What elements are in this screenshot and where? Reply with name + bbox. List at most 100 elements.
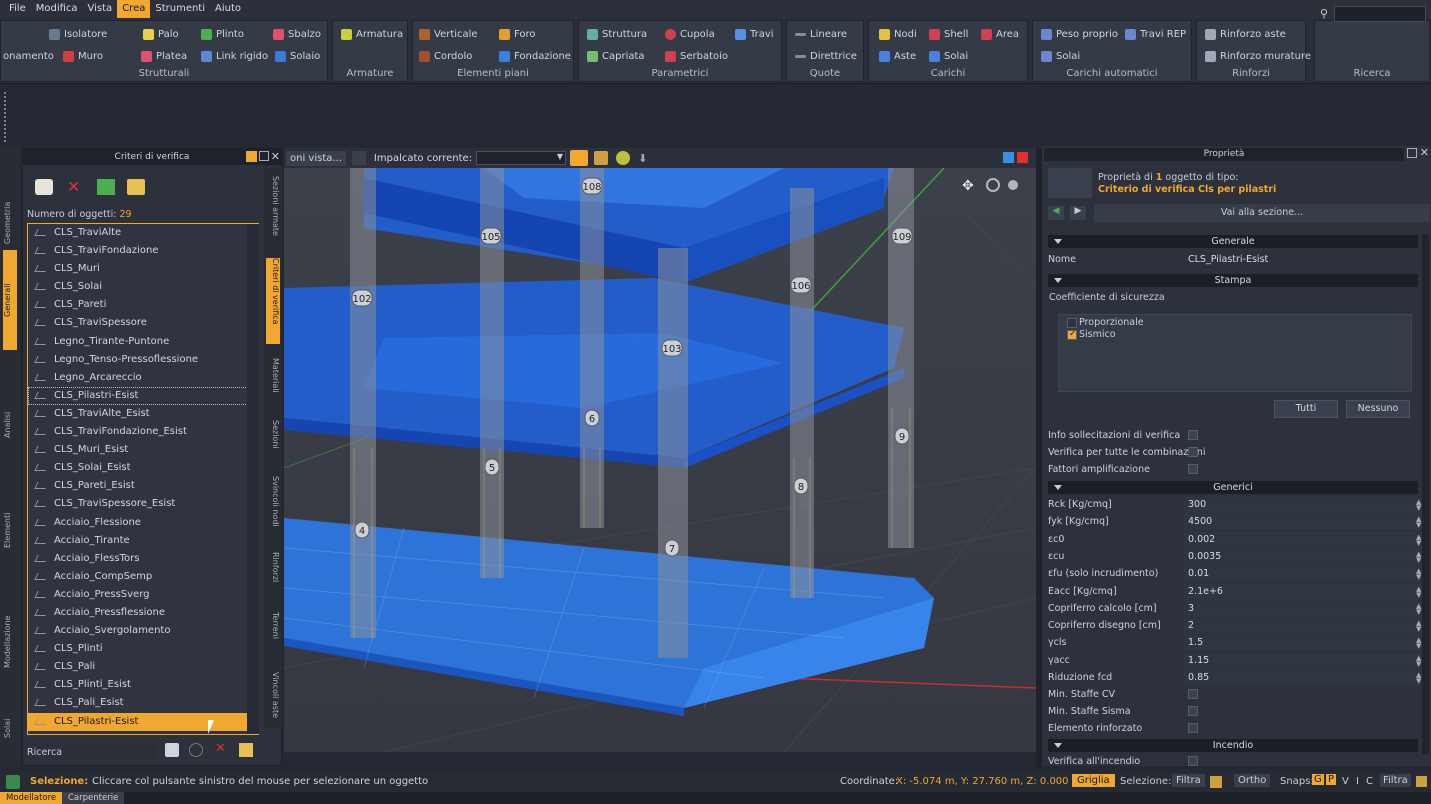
nome-field[interactable]: CLS_Pilastri-Esist <box>1188 254 1268 265</box>
tab-terreni[interactable]: Terreni <box>266 612 280 660</box>
armatura-button[interactable]: Armatura <box>341 29 403 40</box>
verticale-button[interactable]: Verticale <box>419 29 478 40</box>
carichi-aste-button[interactable]: Aste <box>879 51 916 62</box>
export-icon[interactable] <box>239 743 253 757</box>
criteria-search-input[interactable] <box>63 743 157 759</box>
list-item[interactable]: CLS_TraviSpessore_Esist <box>28 495 258 513</box>
node-label[interactable]: 108 <box>582 182 601 193</box>
list-item[interactable]: Acciaio_FlessTors <box>28 550 258 568</box>
peso-proprio-button[interactable]: Peso proprio <box>1041 29 1118 40</box>
tab-vincoli-aste[interactable]: Vincoli aste <box>266 672 280 728</box>
close-view-icon[interactable] <box>1017 152 1028 163</box>
list-item[interactable]: CLS_TraviFondazione_Esist <box>28 423 258 441</box>
list-item[interactable]: Legno_Arcareccio <box>28 369 258 387</box>
status-wrench-icon[interactable] <box>1210 776 1222 788</box>
param-field[interactable] <box>1184 635 1424 652</box>
travi-button[interactable]: Travi <box>735 29 774 40</box>
rotate-icon[interactable] <box>986 178 1000 192</box>
carichi-shell-button[interactable]: Shell <box>929 29 968 40</box>
proporzionale-checkbox[interactable] <box>1067 318 1077 328</box>
tutti-button[interactable]: Tutti <box>1274 400 1338 418</box>
clear-search-icon[interactable]: ✕ <box>215 741 226 756</box>
restore-icon[interactable] <box>259 151 269 161</box>
griglia-toggle[interactable]: Griglia <box>1072 774 1115 787</box>
param-field[interactable] <box>1184 566 1424 583</box>
list-item[interactable]: CLS_Pilastri-Esist <box>28 386 258 405</box>
struttura-button[interactable]: Struttura <box>587 29 647 40</box>
carichi-area-button[interactable]: Area <box>981 29 1019 40</box>
impalcato-select[interactable]: ▼ <box>476 151 567 165</box>
node-label[interactable]: 9 <box>899 432 905 443</box>
rinforzo-murature-button[interactable]: Rinforzo murature <box>1205 51 1311 62</box>
forward-arrow-icon[interactable]: ▶ <box>1070 206 1086 220</box>
param-field[interactable] <box>1184 600 1424 617</box>
list-item[interactable]: CLS_Pareti <box>28 296 258 314</box>
flag-checkbox[interactable] <box>1188 464 1198 474</box>
list-item[interactable]: CLS_Plinti <box>28 640 258 658</box>
snap-v-toggle[interactable]: V <box>1342 776 1349 787</box>
new-criterion-icon[interactable] <box>35 179 53 195</box>
param-field[interactable] <box>1184 531 1424 548</box>
solaio-button[interactable]: Solaio <box>275 51 320 62</box>
serbatoio-button[interactable]: Serbatoio <box>665 51 728 62</box>
tab-modellatore[interactable]: Modellatore <box>0 792 63 804</box>
tab-criteri-verifica[interactable]: Criteri di verifica <box>266 258 280 344</box>
list-item[interactable]: Acciaio_Tirante <box>28 532 258 550</box>
open-folder-icon[interactable] <box>127 179 145 195</box>
foro-button[interactable]: Foro <box>499 29 536 40</box>
refresh-icon[interactable] <box>189 743 203 757</box>
menu-strumenti[interactable]: Strumenti <box>150 0 210 18</box>
flag-checkbox[interactable] <box>1188 689 1198 699</box>
node-label[interactable]: 102 <box>352 294 371 305</box>
list-item[interactable]: CLS_Pareti_Esist <box>28 477 258 495</box>
lock-icon[interactable] <box>570 150 589 166</box>
back-arrow-icon[interactable]: ◀ <box>1048 206 1064 220</box>
list-item[interactable]: Acciaio_Svergolamento <box>28 622 258 640</box>
list-item[interactable]: CLS_Muri <box>28 260 258 278</box>
flag-checkbox[interactable] <box>1188 723 1198 733</box>
param-field[interactable] <box>1184 514 1424 531</box>
list-item[interactable]: Legno_Tirante-Puntone <box>28 333 258 351</box>
tab-svincoli-nodi[interactable]: Svincoli nodi <box>266 476 280 540</box>
carichi-auto-solai-button[interactable]: Solai <box>1041 51 1080 62</box>
rinforzo-aste-button[interactable]: Rinforzo aste <box>1205 29 1286 40</box>
section-generici[interactable]: Generici <box>1048 481 1418 494</box>
list-item[interactable]: Acciaio_PressSverg <box>28 586 258 604</box>
tab-rinforzi[interactable]: Rinforzi <box>266 552 280 600</box>
node-label[interactable]: 6 <box>589 414 595 425</box>
tab-materiali[interactable]: Materiali <box>266 358 280 408</box>
properties-scrollbar[interactable] <box>1422 234 1429 754</box>
section-generale[interactable]: Generale <box>1048 235 1418 248</box>
menu-modifica[interactable]: Modifica <box>31 0 83 18</box>
menu-aiuto[interactable]: Aiuto <box>210 0 246 18</box>
menu-file[interactable]: File <box>4 0 31 18</box>
pin-viewport-icon[interactable]: ⬇ <box>638 152 647 165</box>
tab-analisi[interactable]: Analisi <box>3 378 17 438</box>
fondazione-button[interactable]: Fondazione <box>499 51 571 62</box>
list-item[interactable]: CLS_TraviAlte <box>28 224 258 242</box>
palo-button[interactable]: Palo <box>143 29 179 40</box>
muro-button[interactable]: Muro <box>63 51 103 62</box>
filtra-button[interactable]: Filtra <box>1172 774 1205 787</box>
pin-icon[interactable] <box>246 151 257 162</box>
nessuno-button[interactable]: Nessuno <box>1346 400 1410 418</box>
direttrice-button[interactable]: Direttrice <box>795 51 857 62</box>
flag-checkbox[interactable] <box>1188 430 1198 440</box>
status-home-icon[interactable] <box>6 775 20 789</box>
section-incendio[interactable]: Incendio <box>1048 739 1418 752</box>
wrench-icon[interactable] <box>594 151 609 165</box>
list-item[interactable]: Acciaio_CompSemp <box>28 568 258 586</box>
ortho-toggle[interactable]: Ortho <box>1234 774 1271 787</box>
menu-vista[interactable]: Vista <box>83 0 118 18</box>
delete-icon[interactable]: ✕ <box>67 177 80 196</box>
cordolo-button[interactable]: Cordolo <box>419 51 472 62</box>
list-item[interactable]: CLS_TraviAlte_Esist <box>28 405 258 423</box>
tab-elementi[interactable]: Elementi <box>3 478 17 548</box>
viste-button[interactable]: oni vista... <box>286 150 346 166</box>
isolatore-button[interactable]: Isolatore <box>49 29 107 40</box>
goto-section-button[interactable]: Vai alla sezione... <box>1094 204 1430 222</box>
list-item[interactable]: CLS_Muri_Esist <box>28 441 258 459</box>
sismico-checkbox[interactable]: ✓ <box>1067 329 1077 340</box>
tab-solai[interactable]: Solai <box>3 698 17 738</box>
fondazione-partial-button[interactable]: onamento <box>3 51 54 62</box>
